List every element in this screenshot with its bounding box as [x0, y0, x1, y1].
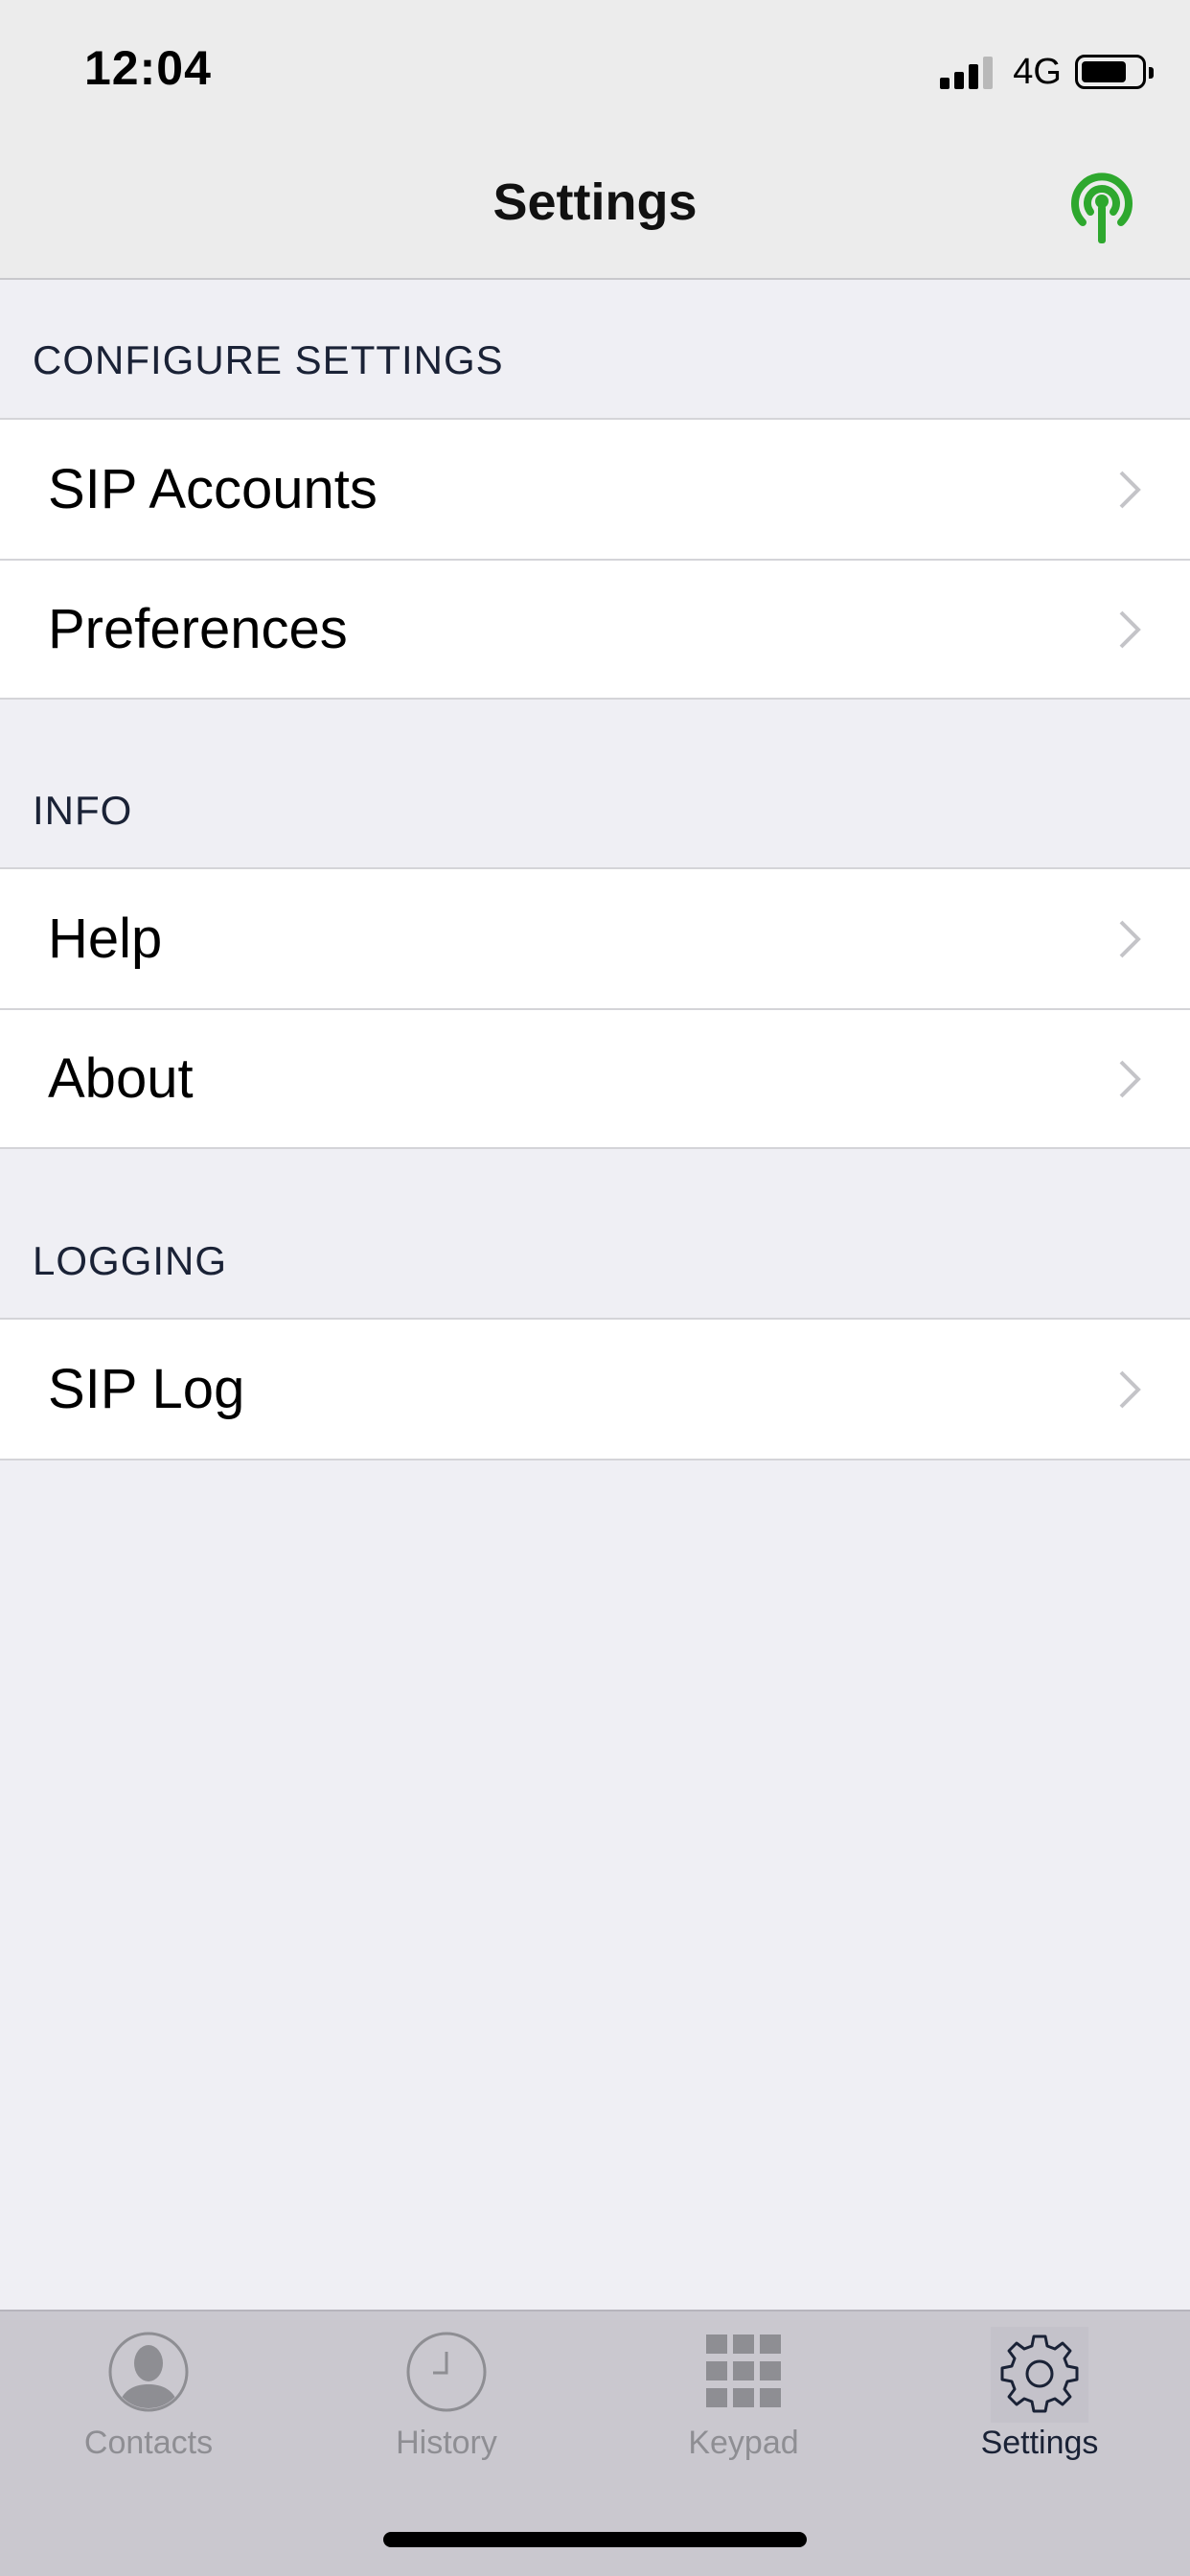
tab-label: Settings — [980, 2425, 1099, 2461]
section-header-info: INFO — [33, 788, 133, 833]
tab-keypad[interactable]: Keypad — [648, 2329, 839, 2492]
chevron-right-icon — [1119, 920, 1141, 957]
tab-bar: Contacts History Keypad Settings — [0, 2310, 1190, 2576]
tab-label: Keypad — [688, 2425, 799, 2461]
section-header-configure-settings: CONFIGURE SETTINGS — [33, 337, 504, 382]
tab-history[interactable]: History — [351, 2329, 542, 2492]
row-label: About — [48, 1047, 194, 1110]
row-help[interactable]: Help — [0, 869, 1190, 1008]
page-title: Settings — [492, 173, 698, 231]
signal-strength-icon — [940, 55, 997, 89]
settings-group-logging: SIP Log — [0, 1318, 1190, 1460]
tab-label: Contacts — [83, 2425, 214, 2461]
settings-group-info: Help About — [0, 867, 1190, 1149]
row-label: SIP Accounts — [48, 458, 378, 520]
chevron-right-icon — [1119, 610, 1141, 648]
chevron-right-icon — [1119, 1370, 1141, 1408]
home-indicator[interactable] — [383, 2532, 807, 2547]
section-header-logging: LOGGING — [33, 1238, 228, 1283]
tab-contacts[interactable]: Contacts — [53, 2329, 244, 2492]
row-about[interactable]: About — [0, 1008, 1190, 1147]
tab-label: History — [396, 2425, 497, 2461]
status-indicators: 4G — [940, 48, 1154, 96]
network-type: 4G — [1013, 51, 1062, 92]
row-label: SIP Log — [48, 1358, 245, 1420]
broadcast-icon — [1071, 172, 1133, 243]
chevron-right-icon — [1119, 1060, 1141, 1097]
battery-icon — [1075, 55, 1154, 89]
tab-settings[interactable]: Settings — [944, 2329, 1135, 2492]
contacts-icon — [108, 2332, 189, 2412]
row-sip-log[interactable]: SIP Log — [0, 1320, 1190, 1459]
row-sip-accounts[interactable]: SIP Accounts — [0, 420, 1190, 559]
row-preferences[interactable]: Preferences — [0, 559, 1190, 698]
settings-group-configure: SIP Accounts Preferences — [0, 418, 1190, 700]
status-bar: 12:04 4G — [0, 0, 1190, 144]
clock-icon — [406, 2332, 487, 2412]
connection-status-button[interactable] — [1064, 167, 1140, 247]
navigation-bar: Settings — [0, 144, 1190, 280]
row-label: Preferences — [48, 598, 348, 660]
status-time: 12:04 — [84, 41, 212, 95]
chevron-right-icon — [1119, 471, 1141, 508]
row-label: Help — [48, 908, 163, 970]
keypad-icon — [706, 2334, 781, 2407]
gear-icon — [1000, 2334, 1079, 2413]
